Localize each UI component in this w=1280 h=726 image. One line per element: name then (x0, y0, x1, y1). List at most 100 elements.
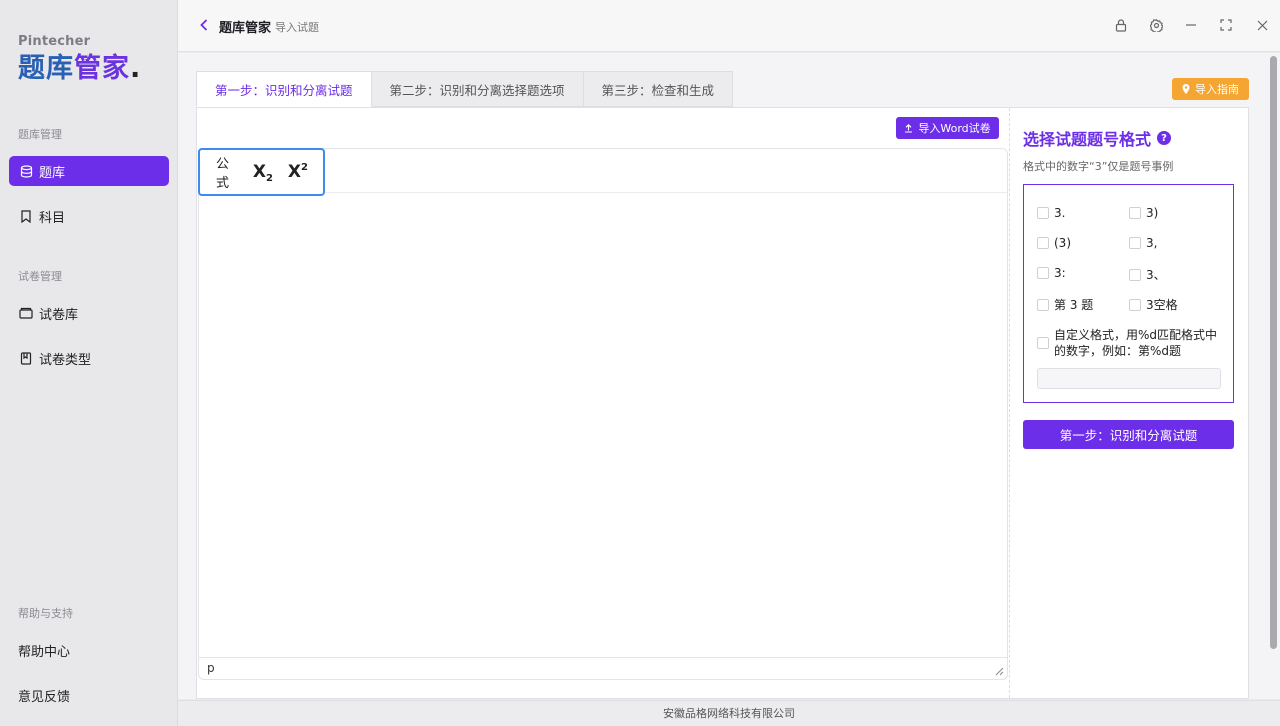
format-options-box: 3. 3) (3) 3, 3: 3、 第 3 题 3空格 自定义格式，用%d匹配… (1023, 184, 1234, 403)
sidebar-item-question-bank[interactable]: 题库 (9, 156, 169, 186)
lock-button[interactable] (1113, 17, 1129, 33)
step-tabs: 第一步：识别和分离试题 第二步：识别和分离选择题选项 第三步：检查和生成 (196, 71, 734, 107)
checkbox[interactable] (1037, 337, 1049, 349)
settings-button[interactable] (1148, 17, 1164, 33)
upload-icon (905, 123, 913, 133)
brand-title: 题库管家. (18, 52, 141, 86)
format-option-label: (3) (1054, 236, 1071, 250)
checkbox[interactable] (1129, 298, 1141, 311)
sidebar-item-paper-library[interactable]: 试卷库 (9, 298, 169, 328)
format-option-label: 3) (1146, 206, 1159, 220)
editor-toolbar-group: 公式 X2 X2 (198, 148, 325, 196)
import-word-label: 导入Word试卷 (918, 122, 991, 135)
superscript-icon: X (287, 162, 302, 182)
question-editor[interactable]: 公式 X2 X2 p (198, 148, 1008, 680)
tab-step-2[interactable]: 第二步：识别和分离选择题选项 (371, 71, 584, 107)
format-option[interactable]: 3) (1129, 206, 1158, 220)
sidebar-item-subjects[interactable]: 科目 (9, 201, 169, 231)
superscript-button[interactable]: X2 (288, 162, 308, 182)
checkbox[interactable] (1037, 298, 1049, 311)
step-panel: 导入Word试卷 公式 X2 X2 p 选择试题题号格式 ? 格式中的数字“3”… (196, 107, 1249, 699)
panel-divider (1009, 108, 1010, 698)
checkbox[interactable] (1037, 237, 1049, 249)
import-guide-button[interactable]: 导入指南 (1172, 78, 1249, 100)
notebook-icon (19, 351, 33, 365)
close-icon (1257, 20, 1267, 30)
gear-icon (1149, 18, 1163, 32)
chevron-left-icon (200, 19, 208, 31)
format-option[interactable]: 3, (1129, 236, 1157, 250)
lock-icon (1115, 18, 1127, 32)
import-word-button[interactable]: 导入Word试卷 (896, 117, 999, 139)
checkbox[interactable] (1037, 267, 1049, 279)
editor-toolbar: 公式 X2 X2 (198, 148, 1007, 196)
subscript-mark: 2 (265, 173, 273, 184)
format-option-label: 3, (1146, 236, 1158, 250)
format-option-label: 3空格 (1146, 298, 1178, 312)
checkbox[interactable] (1129, 207, 1141, 219)
editor-status-path: p (199, 657, 1007, 679)
scrollbar-thumb[interactable] (1270, 56, 1277, 649)
sidebar: Pintecher 题库管家. 题库管理 题库 科目 试卷管理 试卷库 试卷类型… (0, 0, 178, 726)
format-option-label: 3. (1054, 206, 1066, 220)
sidebar-item-help-center[interactable]: 帮助中心 (9, 635, 169, 665)
tab-step-1[interactable]: 第一步：识别和分离试题 (196, 71, 372, 107)
format-option-label: 3、 (1146, 268, 1166, 282)
step-1-submit-button[interactable]: 第一步：识别和分离试题 (1023, 420, 1234, 449)
back-button[interactable] (196, 16, 212, 34)
brand-title-dot: . (130, 53, 142, 84)
format-option[interactable]: 3、 (1129, 266, 1166, 283)
brand-logo-text: Pintecher (18, 34, 91, 49)
minimize-button[interactable] (1183, 17, 1199, 33)
title-bar: 题库管家 导入试题 (178, 0, 1280, 52)
scrollbar[interactable] (1268, 53, 1280, 699)
bookmark-icon (19, 209, 33, 223)
main-content: 第一步：识别和分离试题 第二步：识别和分离选择题选项 第三步：检查和生成 导入指… (178, 53, 1268, 699)
sidebar-item-label: 试卷类型 (39, 352, 92, 368)
resize-handle-icon[interactable] (995, 667, 1004, 676)
format-option-label: 3: (1054, 266, 1066, 280)
section-label-help: 帮助与支持 (18, 607, 73, 620)
custom-format-input[interactable] (1037, 368, 1221, 389)
database-icon (19, 164, 33, 178)
sidebar-item-label: 试卷库 (39, 307, 79, 323)
fullscreen-button[interactable] (1218, 17, 1234, 33)
minimize-icon (1186, 24, 1196, 26)
custom-format-option[interactable]: 自定义格式，用%d匹配格式中的数字，例如：第%d题 (1037, 327, 1225, 359)
brand-title-part2: 管家 (74, 53, 130, 84)
format-option[interactable]: (3) (1037, 236, 1071, 250)
format-hint: 格式中的数字“3”仅是题号事例 (1023, 160, 1174, 173)
format-option[interactable]: 3空格 (1129, 296, 1178, 313)
brand-title-part1: 题库 (18, 53, 74, 84)
format-option-label: 第 3 题 (1054, 298, 1094, 312)
tab-step-3[interactable]: 第三步：检查和生成 (583, 71, 734, 107)
footer: 安徽品格网络科技有限公司 (178, 700, 1280, 726)
page-subtitle: 导入试题 (275, 21, 319, 34)
sidebar-item-label: 题库 (39, 165, 66, 181)
sidebar-item-feedback[interactable]: 意见反馈 (9, 680, 169, 710)
sidebar-item-paper-types[interactable]: 试卷类型 (9, 343, 169, 373)
page-title: 题库管家 (219, 21, 272, 36)
checkbox[interactable] (1037, 207, 1049, 219)
checkbox[interactable] (1129, 237, 1141, 249)
folder-icon (19, 306, 33, 320)
superscript-mark: 2 (301, 162, 308, 173)
sidebar-item-label: 意见反馈 (18, 689, 71, 705)
expand-icon (1220, 19, 1232, 31)
location-pin-icon (1182, 84, 1190, 94)
subscript-button[interactable]: X2 (252, 162, 273, 184)
format-option[interactable]: 第 3 题 (1037, 296, 1093, 313)
custom-format-label: 自定义格式，用%d匹配格式中的数字，例如：第%d题 (1054, 328, 1218, 358)
checkbox[interactable] (1129, 268, 1141, 281)
format-option[interactable]: 3: (1037, 266, 1066, 280)
format-option[interactable]: 3. (1037, 206, 1065, 220)
section-label-paper-management: 试卷管理 (18, 270, 62, 283)
sidebar-item-label: 科目 (39, 210, 66, 226)
sidebar-item-label: 帮助中心 (18, 644, 71, 660)
formula-button[interactable]: 公式 (216, 153, 238, 191)
format-selector: 选择试题题号格式 ? 格式中的数字“3”仅是题号事例 3. 3) (3) 3, … (1023, 126, 1235, 449)
format-title: 选择试题题号格式 ? (1023, 126, 1235, 150)
subscript-icon: X (252, 162, 266, 182)
close-button[interactable] (1254, 17, 1270, 33)
help-icon[interactable]: ? (1157, 131, 1172, 145)
